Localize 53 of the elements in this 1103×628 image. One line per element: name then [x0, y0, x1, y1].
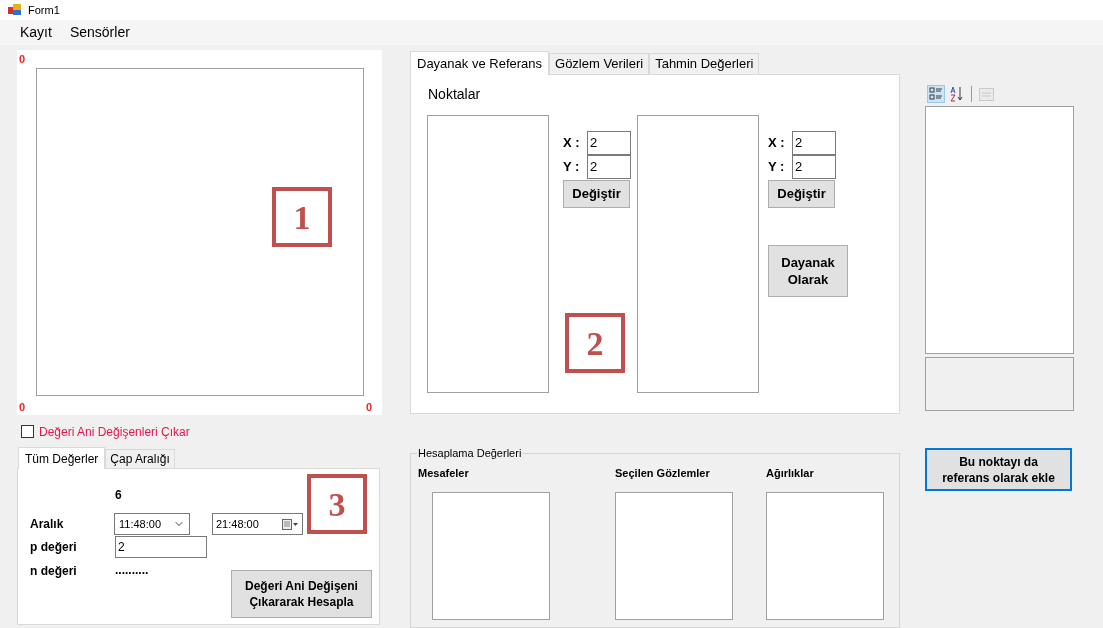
tab[interactable]: Tahmin Değerleri [649, 53, 760, 74]
list-box[interactable] [637, 115, 759, 393]
change-button[interactable]: Değiştir [563, 180, 630, 208]
list-label: Seçilen Gözlemler [615, 466, 711, 481]
callout-label: 2 [565, 313, 625, 373]
list-label: Ağırlıklar [766, 466, 815, 481]
tab[interactable]: Gözlem Verileri [549, 53, 650, 74]
group-title: Hesaplama Değerleri [417, 446, 523, 460]
window-title: Form1 [28, 2, 60, 18]
add-reference-button[interactable]: Bu noktayı da referans olarak ekle [925, 448, 1072, 491]
input-field[interactable]: 2 [587, 155, 631, 179]
coordinate-label: X : [768, 134, 786, 153]
tab[interactable]: Dayanak ve Referans [410, 51, 549, 75]
input-field[interactable]: 2 [792, 155, 836, 179]
input-field[interactable]: 2 [792, 131, 836, 155]
coordinate-label: X : [563, 134, 581, 153]
support-button[interactable]: Dayanak Olarak [768, 245, 848, 297]
property-pages-icon [978, 87, 994, 101]
count-value: 6 [115, 487, 123, 504]
calculate-button[interactable]: Değeri Ani Değişeni Çıkararak Hesapla [231, 570, 372, 618]
menu-item[interactable]: Sensörler [69, 22, 130, 43]
input-field[interactable]: 2 [115, 536, 207, 558]
field-label: n değeri [30, 563, 78, 580]
tab[interactable]: Tüm Değerler [18, 447, 106, 469]
axis-label: 0 [365, 399, 372, 415]
axis-label: 0 [19, 51, 26, 67]
callout-label: 1 [272, 187, 332, 247]
coordinate-label: Y : [563, 158, 581, 177]
list-label: Mesafeler [418, 466, 470, 481]
app-icon [8, 4, 22, 16]
input-field[interactable]: 2 [587, 131, 631, 155]
list-box[interactable] [766, 491, 884, 620]
time-picker[interactable]: 21:48:00 [212, 513, 303, 535]
section-label: Noktalar [428, 85, 482, 104]
coordinate-label: Y : [768, 158, 786, 177]
categorized-icon [929, 87, 943, 101]
list-box[interactable] [432, 491, 550, 620]
checkbox-label: Değeri Ani Değişenleri Çıkar [39, 423, 190, 441]
list-box[interactable] [615, 491, 733, 620]
callout-label: 3 [307, 474, 367, 534]
time-picker[interactable]: 11:48:00 [114, 513, 190, 535]
list-box[interactable] [427, 115, 549, 393]
n-value: .......... [115, 562, 149, 579]
menu-item[interactable]: Kayıt [20, 22, 52, 43]
toolbar-button[interactable] [927, 85, 945, 103]
change-button[interactable]: Değiştir [768, 180, 835, 208]
calendar-dropdown-icon [282, 518, 299, 530]
sort-icon [949, 86, 965, 102]
tab[interactable]: Çap Aralığı [105, 449, 175, 468]
field-label: Aralık [30, 516, 65, 533]
checkbox[interactable] [21, 425, 34, 438]
axis-label: 0 [19, 399, 26, 415]
field-label: p değeri [30, 539, 78, 556]
